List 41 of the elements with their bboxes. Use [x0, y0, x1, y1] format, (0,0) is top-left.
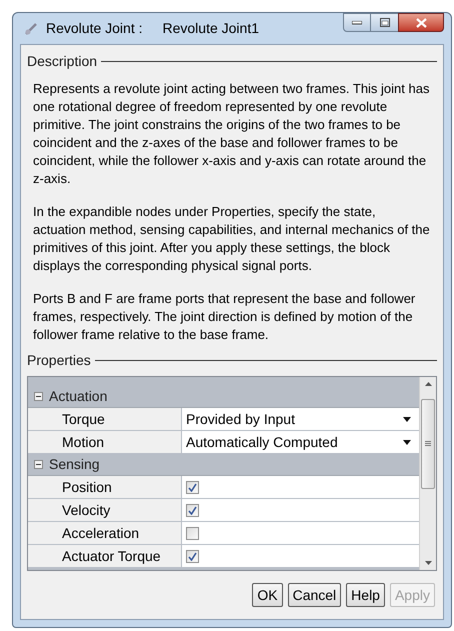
maximize-icon [380, 18, 390, 27]
property-label: Actuator Torque [62, 546, 161, 566]
group-label: Actuation [49, 387, 108, 406]
group-label: Sensing [49, 455, 100, 474]
dropdown-arrow-icon [403, 416, 411, 422]
property-label: Position [62, 478, 112, 496]
check-icon [188, 506, 197, 514]
description-paragraph: In the expandible nodes under Properties, specify the state, actuation method, sensing capabilities, and internal mechanics of the primitives of this joint. After you apply these settings, the block displays the corresponding physical signal ports. [33, 203, 431, 275]
collapse-icon[interactable] [34, 392, 43, 401]
checkbox[interactable] [186, 504, 199, 516]
joint-icon [24, 22, 38, 36]
minimize-button[interactable] [343, 13, 371, 32]
window-title: Revolute Joint1 [162, 19, 260, 38]
dialog-button[interactable]: Cancel [288, 583, 342, 607]
property-label: Acceleration [62, 524, 140, 542]
scroll-up-icon [424, 382, 432, 386]
description-paragraph: Represents a revolute joint acting between two frames. This joint has one rotational degree of freedom represented by one revolute primitive. The joint constrains the origins of the two frames to be coincident and the z-axes of the base and follower frames to be coincident, while the follower x-axis and y-axis can rotate around the z-axis. [33, 80, 430, 188]
check-icon [188, 552, 197, 560]
collapse-icon[interactable] [34, 460, 43, 469]
maximize-button[interactable] [371, 13, 398, 32]
scroll-down-icon [424, 561, 432, 565]
scrollbar[interactable] [419, 377, 436, 570]
minimize-icon [352, 20, 362, 24]
check-icon [188, 482, 197, 492]
section-heading: Description [27, 52, 98, 71]
grip-icon [425, 440, 431, 446]
scroll-thumb[interactable] [421, 398, 435, 488]
dialog-button[interactable]: Help [346, 583, 385, 607]
checkbox[interactable] [186, 480, 199, 494]
description-paragraph: Ports B and F are frame ports that represent the base and follower frames, respectively. The joint direction is defined by motion of the follower frame relative to the base frame. [33, 290, 416, 344]
checkbox[interactable] [186, 526, 199, 540]
property-label: Velocity [62, 500, 110, 520]
dropdown-arrow-icon [403, 440, 411, 444]
section-heading: Properties [27, 351, 91, 370]
close-icon [416, 18, 426, 28]
dialog-button[interactable]: OK [252, 583, 283, 607]
property-label: Torque [62, 410, 105, 429]
property-label: Motion [62, 432, 104, 452]
close-button[interactable] [398, 13, 444, 32]
window-title: Revolute Joint : [46, 19, 142, 38]
checkbox[interactable] [186, 550, 199, 562]
